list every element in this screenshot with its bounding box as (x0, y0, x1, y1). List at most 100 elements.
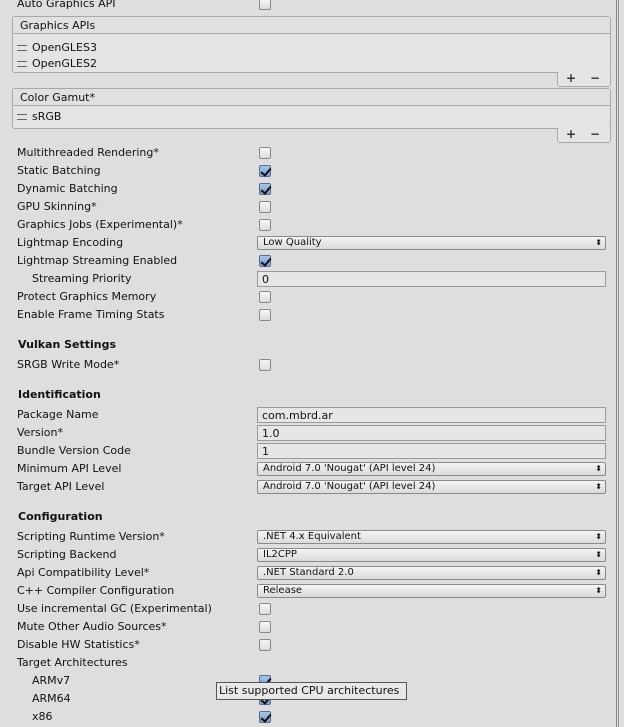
value: IL2CPP (263, 549, 297, 560)
scripting-runtime-row: Scripting Runtime Version* .NET 4.x Equiv… (0, 528, 612, 546)
value: Android 7.0 'Nougat' (API level 24) (263, 463, 436, 474)
mute-audio-row: Mute Other Audio Sources* (0, 618, 612, 636)
lightmap-encoding-dropdown[interactable]: Low Quality ⬍ (257, 236, 606, 250)
static-batching-row: Static Batching (0, 162, 612, 180)
list-header: Graphics APIs (13, 17, 610, 34)
scripting-backend-row: Scripting Backend IL2CPP ⬍ (0, 546, 612, 564)
item-label: OpenGLES3 (32, 41, 97, 54)
package-name-input[interactable]: com.mbrd.ar (257, 407, 606, 423)
section-header: Vulkan Settings (18, 338, 117, 351)
label: Api Compatibility Level* (17, 566, 150, 579)
dropdown-arrow-icon: ⬍ (595, 550, 602, 559)
streaming-priority-input[interactable]: 0 (257, 271, 606, 287)
value: .NET 4.x Equivalent (263, 531, 361, 542)
dropdown-arrow-icon: ⬍ (595, 586, 602, 595)
drag-handle-icon[interactable] (17, 61, 27, 67)
graphics-jobs-row: Graphics Jobs (Experimental)* (0, 216, 612, 234)
remove-button[interactable]: − (590, 127, 600, 141)
bundle-version-input[interactable]: 1 (257, 443, 606, 459)
checkbox[interactable] (259, 359, 271, 371)
list-item[interactable]: OpenGLES3 (13, 40, 610, 56)
item-label: sRGB (32, 110, 62, 123)
dropdown-arrow-icon: ⬍ (595, 464, 602, 473)
list-item[interactable]: OpenGLES2 (13, 56, 610, 72)
scripting-backend-dropdown[interactable]: IL2CPP ⬍ (257, 548, 606, 562)
dropdown-arrow-icon: ⬍ (595, 532, 602, 541)
label: Streaming Priority (32, 272, 132, 285)
cpp-compiler-dropdown[interactable]: Release ⬍ (257, 584, 606, 598)
frame-timing-row: Enable Frame Timing Stats (0, 306, 612, 324)
value: Release (263, 585, 303, 596)
target-api-row: Target API Level Android 7.0 'Nougat' (AP… (0, 478, 612, 496)
label: Protect Graphics Memory (17, 290, 157, 303)
label: Lightmap Encoding (17, 236, 124, 249)
scrollbar[interactable] (616, 0, 619, 727)
section-header: Identification (18, 388, 101, 401)
label: ARM64 (32, 692, 71, 705)
label: Mute Other Audio Sources* (17, 620, 167, 633)
label: ARMv7 (32, 674, 71, 687)
api-compat-dropdown[interactable]: .NET Standard 2.0 ⬍ (257, 566, 606, 580)
checkbox[interactable] (259, 711, 271, 723)
label: Target API Level (17, 480, 105, 493)
list-footer: + − (557, 127, 611, 143)
remove-button[interactable]: − (590, 71, 600, 85)
checkbox[interactable] (259, 621, 271, 633)
checkbox[interactable] (259, 147, 271, 159)
add-button[interactable]: + (566, 71, 576, 85)
label: Static Batching (17, 164, 101, 177)
version-input[interactable]: 1.0 (257, 425, 606, 441)
min-api-dropdown[interactable]: Android 7.0 'Nougat' (API level 24) ⬍ (257, 462, 606, 476)
label: Dynamic Batching (17, 182, 118, 195)
scripting-runtime-dropdown[interactable]: .NET 4.x Equivalent ⬍ (257, 530, 606, 544)
incremental-gc-row: Use incremental GC (Experimental) (0, 600, 612, 618)
x86-row: x86 (0, 708, 612, 726)
label: Package Name (17, 408, 99, 421)
value: Low Quality (263, 237, 322, 248)
label: Scripting Runtime Version* (17, 530, 165, 543)
checkbox[interactable] (259, 603, 271, 615)
min-api-row: Minimum API Level Android 7.0 'Nougat' (A… (0, 460, 612, 478)
bundle-version-row: Bundle Version Code 1 (0, 442, 612, 460)
drag-handle-icon[interactable] (17, 45, 27, 51)
checkbox[interactable] (259, 201, 271, 213)
auto-graphics-api-row: Auto Graphics API (0, 0, 612, 13)
label: Target Architectures (17, 656, 128, 669)
drag-handle-icon[interactable] (17, 114, 27, 120)
checkbox[interactable] (259, 309, 271, 321)
list-header: Color Gamut* (13, 89, 610, 106)
srgb-write-row: SRGB Write Mode* (0, 356, 612, 374)
label: C++ Compiler Configuration (17, 584, 175, 597)
auto-graphics-api-checkbox[interactable] (259, 0, 271, 10)
checkbox[interactable] (259, 165, 271, 177)
value: .NET Standard 2.0 (263, 567, 354, 578)
lightmap-encoding-row: Lightmap Encoding Low Quality ⬍ (0, 234, 612, 252)
checkbox[interactable] (259, 183, 271, 195)
streaming-priority-row: Streaming Priority 0 (0, 270, 612, 288)
target-api-dropdown[interactable]: Android 7.0 'Nougat' (API level 24) ⬍ (257, 480, 606, 494)
dropdown-arrow-icon: ⬍ (595, 568, 602, 577)
checkbox[interactable] (259, 291, 271, 303)
cpp-compiler-row: C++ Compiler Configuration Release ⬍ (0, 582, 612, 600)
target-architectures-row: Target Architectures (0, 654, 612, 672)
api-compat-row: Api Compatibility Level* .NET Standard 2.… (0, 564, 612, 582)
tooltip: List supported CPU architectures (216, 682, 407, 700)
list-item[interactable]: sRGB (13, 109, 610, 125)
label: SRGB Write Mode* (17, 358, 120, 371)
add-button[interactable]: + (566, 127, 576, 141)
checkbox[interactable] (259, 219, 271, 231)
label: Lightmap Streaming Enabled (17, 254, 178, 267)
label: Enable Frame Timing Stats (17, 308, 165, 321)
label: Disable HW Statistics* (17, 638, 140, 651)
label: Multithreaded Rendering* (17, 146, 159, 159)
package-name-row: Package Name com.mbrd.ar (0, 406, 612, 424)
checkbox[interactable] (259, 639, 271, 651)
label: Minimum API Level (17, 462, 122, 475)
checkbox[interactable] (259, 255, 271, 267)
lightmap-streaming-row: Lightmap Streaming Enabled (0, 252, 612, 270)
label: Scripting Backend (17, 548, 117, 561)
graphics-apis-list: Graphics APIs OpenGLES3 OpenGLES2 (12, 16, 611, 73)
multithreaded-rendering-row: Multithreaded Rendering* (0, 144, 612, 162)
dropdown-arrow-icon: ⬍ (595, 482, 602, 491)
dropdown-arrow-icon: ⬍ (595, 238, 602, 247)
